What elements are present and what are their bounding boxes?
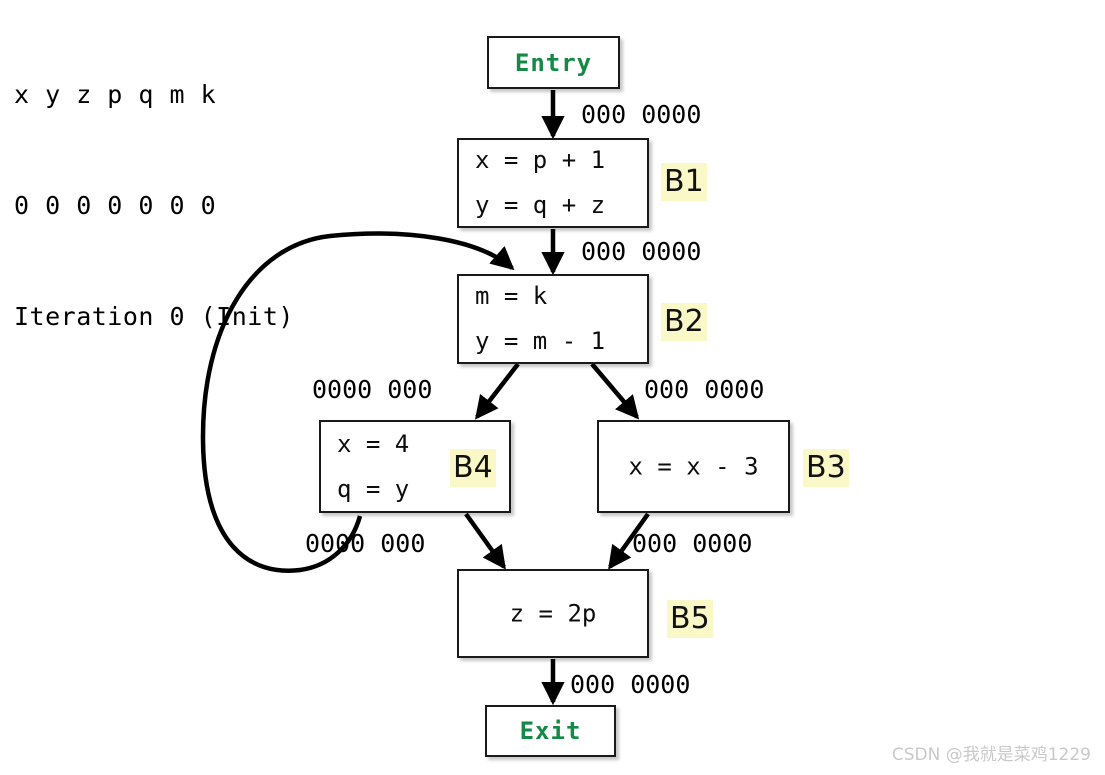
edge-label-b4-to-b5: 0000 000 bbox=[305, 529, 426, 558]
node-b5-statements: z = 2p bbox=[509, 599, 597, 627]
edge-label-b1-to-b2: 000 0000 bbox=[581, 237, 702, 266]
node-exit-label: Exit bbox=[519, 717, 582, 745]
node-b5[interactable]: z = 2p bbox=[457, 569, 649, 658]
watermark: CSDN @我就是菜鸡1229 bbox=[891, 745, 1091, 765]
node-b3-statements: x = x - 3 bbox=[628, 452, 759, 480]
tag-b3: B3 bbox=[803, 449, 849, 487]
edge-b2-to-b4 bbox=[474, 362, 520, 420]
node-b2[interactable]: m = k y = m - 1 bbox=[457, 274, 649, 364]
node-b1-statements: x = p + 1 y = q + z bbox=[475, 146, 606, 219]
tag-b2: B2 bbox=[661, 303, 707, 341]
edge-label-b2-to-b4: 0000 000 bbox=[312, 375, 433, 404]
edge-b4-to-b5 bbox=[464, 512, 506, 570]
edge-b2-to-b3 bbox=[590, 362, 640, 420]
node-b2-statements: m = k y = m - 1 bbox=[475, 282, 606, 355]
node-b3[interactable]: x = x - 3 bbox=[597, 420, 790, 513]
tag-b1: B1 bbox=[661, 163, 707, 201]
edge-label-entry-to-b1: 000 0000 bbox=[581, 100, 702, 129]
node-exit[interactable]: Exit bbox=[485, 705, 616, 757]
edge-layer bbox=[200, 90, 650, 706]
node-b1[interactable]: x = p + 1 y = q + z bbox=[457, 138, 649, 228]
node-entry[interactable]: Entry bbox=[487, 36, 620, 89]
edge-label-b2-to-b3: 000 0000 bbox=[644, 375, 765, 404]
node-entry-label: Entry bbox=[514, 48, 593, 77]
tag-b4: B4 bbox=[450, 449, 496, 487]
tag-b5: B5 bbox=[667, 600, 713, 638]
edge-label-b5-to-exit: 000 0000 bbox=[570, 670, 691, 699]
edge-label-b3-to-b5: 000 0000 bbox=[632, 529, 753, 558]
cfg-diagram-canvas: x y z p q m k 0 0 0 0 0 0 0 Iteration 0 … bbox=[0, 0, 1105, 775]
